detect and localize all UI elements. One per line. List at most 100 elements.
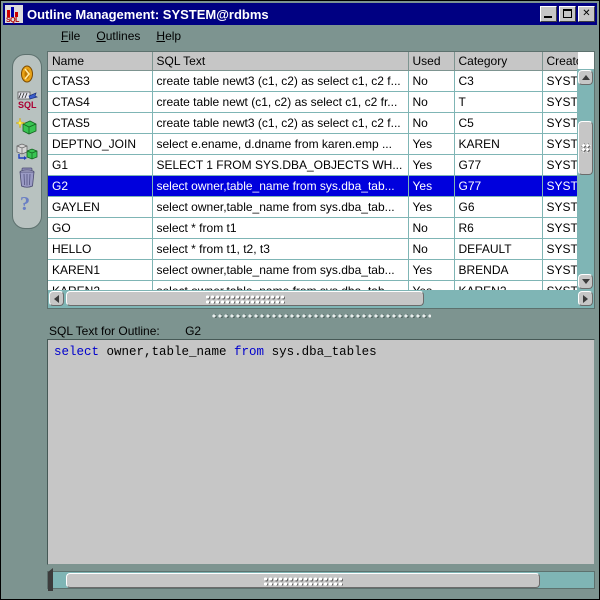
vertical-scroll-thumb[interactable] [578, 121, 593, 175]
table-row[interactable]: CTAS5create table newt3 (c1, c2) as sele… [48, 113, 578, 134]
sql-text-token: owner,table_name [99, 345, 234, 359]
cell-category: KAREN2 [454, 281, 542, 291]
delete-outline-icon[interactable] [15, 165, 39, 191]
scroll-left-arrow-icon[interactable] [49, 291, 64, 306]
cell-creator: SYSTEM [542, 239, 578, 260]
column-header-creator[interactable]: Creator [542, 52, 578, 71]
cell-sql-text: create table newt3 (c1, c2) as select c1… [152, 71, 408, 92]
outlines-table-body: CTAS3create table newt3 (c1, c2) as sele… [48, 71, 578, 291]
sql-horizontal-scrollbar[interactable] [47, 571, 595, 589]
menu-file-rest: ile [68, 29, 80, 43]
table-row[interactable]: G1SELECT 1 FROM SYS.DBA_OBJECTS WH...Yes… [48, 155, 578, 176]
table-row[interactable]: KAREN1select owner,table_name from sys.d… [48, 260, 578, 281]
horizontal-scroll-thumb[interactable] [66, 291, 424, 306]
cell-used: No [408, 218, 454, 239]
column-header-category[interactable]: Category [454, 52, 542, 71]
cell-name: DEPTNO_JOIN [48, 134, 152, 155]
cell-category: KAREN [454, 134, 542, 155]
sql-text-label: SQL Text for Outline: [49, 324, 160, 338]
cell-creator: SYSTEM [542, 218, 578, 239]
cell-sql-text: SELECT 1 FROM SYS.DBA_OBJECTS WH... [152, 155, 408, 176]
cell-name: G1 [48, 155, 152, 176]
find-outline-icon[interactable] [15, 61, 39, 87]
cell-sql-text: select owner,table_name from sys.dba_tab… [152, 197, 408, 218]
menu-item-help[interactable]: Help [148, 27, 189, 45]
column-header-name[interactable]: Name [48, 52, 152, 71]
cell-category: G77 [454, 176, 542, 197]
menu-outlines-rest: utlines [106, 29, 141, 43]
cell-sql-text: select owner,table_name from sys.dba_tab… [152, 176, 408, 197]
table-row[interactable]: CTAS4create table newt (c1, c2) as selec… [48, 92, 578, 113]
cell-creator: SYSTEM [542, 113, 578, 134]
outlines-table: Name SQL Text Used Category Creator CTAS… [48, 52, 578, 290]
cell-category: BRENDA [454, 260, 542, 281]
cell-creator: SYSTEM [542, 92, 578, 113]
cell-name: KAREN2 [48, 281, 152, 291]
table-row[interactable]: HELLOselect * from t1, t2, t3NoDEFAULTSY… [48, 239, 578, 260]
cell-creator: SYSTEM [542, 155, 578, 176]
cell-used: Yes [408, 155, 454, 176]
cell-used: Yes [408, 281, 454, 291]
cell-name: CTAS3 [48, 71, 152, 92]
scroll-down-arrow-icon[interactable] [578, 274, 593, 289]
panel-splitter[interactable] [47, 312, 595, 320]
cell-creator: SYSTEM [542, 71, 578, 92]
table-row[interactable]: KAREN2select owner,table_name from sys.d… [48, 281, 578, 291]
sql-text-token: sys.dba_tables [264, 345, 377, 359]
grid-vertical-scrollbar[interactable] [577, 69, 594, 290]
sql-text-label-row: SQL Text for Outline: G2 [49, 324, 201, 338]
column-header-sql-text[interactable]: SQL Text [152, 52, 408, 71]
splitter-grip-icon [211, 314, 431, 318]
cell-name: CTAS4 [48, 92, 152, 113]
maximize-button[interactable] [559, 6, 576, 22]
table-row[interactable]: DEPTNO_JOINselect e.ename, d.dname from … [48, 134, 578, 155]
scroll-up-arrow-icon[interactable] [578, 70, 593, 85]
cell-used: Yes [408, 260, 454, 281]
cell-sql-text: create table newt (c1, c2) as select c1,… [152, 92, 408, 113]
sql-horizontal-scroll-thumb[interactable] [66, 573, 540, 588]
menu-help-rest: elp [165, 29, 181, 43]
title-bar[interactable]: SQL Outline Management: SYSTEM@rdbms ✕ [3, 3, 597, 25]
table-row[interactable]: G2select owner,table_name from sys.dba_t… [48, 176, 578, 197]
sql-text-editor[interactable]: select owner,table_name from sys.dba_tab… [47, 339, 595, 565]
menu-outlines-mnemonic: O [96, 29, 105, 43]
close-button[interactable]: ✕ [578, 6, 595, 22]
cell-category: G6 [454, 197, 542, 218]
cell-creator: SYSTEM [542, 197, 578, 218]
cell-sql-text: select e.ename, d.dname from karen.emp .… [152, 134, 408, 155]
cell-used: Yes [408, 197, 454, 218]
menu-item-file[interactable]: File [53, 27, 88, 45]
clone-outline-icon[interactable] [15, 139, 39, 165]
cell-name: GO [48, 218, 152, 239]
minimize-button[interactable] [540, 6, 557, 22]
table-row[interactable]: GAYLENselect owner,table_name from sys.d… [48, 197, 578, 218]
table-row[interactable]: CTAS3create table newt3 (c1, c2) as sele… [48, 71, 578, 92]
table-header-row: Name SQL Text Used Category Creator [48, 52, 578, 71]
cell-category: DEFAULT [454, 239, 542, 260]
cell-name: GAYLEN [48, 197, 152, 218]
cell-category: T [454, 92, 542, 113]
outlines-table-panel: Name SQL Text Used Category Creator CTAS… [47, 51, 595, 309]
column-header-used[interactable]: Used [408, 52, 454, 71]
cell-name: HELLO [48, 239, 152, 260]
cell-creator: SYSTEM [542, 281, 578, 291]
create-outline-icon[interactable] [15, 113, 39, 139]
cell-category: R6 [454, 218, 542, 239]
menu-help-mnemonic: H [156, 29, 165, 43]
cell-used: Yes [408, 176, 454, 197]
grid-horizontal-scrollbar[interactable] [48, 290, 594, 308]
cell-sql-text: select * from t1 [152, 218, 408, 239]
help-icon[interactable]: ? [15, 191, 39, 217]
menu-item-outlines[interactable]: Outlines [88, 27, 148, 45]
sql-code-content: select owner,table_name from sys.dba_tab… [54, 344, 588, 360]
cell-sql-text: select * from t1, t2, t3 [152, 239, 408, 260]
cell-creator: SYSTEM [542, 176, 578, 197]
svg-text:SQL: SQL [18, 100, 37, 110]
sqlplus-icon: SQL [5, 5, 23, 23]
sql-icon[interactable]: SQL [15, 87, 39, 113]
scroll-right-arrow-icon[interactable] [578, 291, 593, 306]
cell-category: G77 [454, 155, 542, 176]
table-row[interactable]: GOselect * from t1NoR6SYSTEM [48, 218, 578, 239]
cell-used: No [408, 92, 454, 113]
window-bottom-border [1, 591, 600, 599]
